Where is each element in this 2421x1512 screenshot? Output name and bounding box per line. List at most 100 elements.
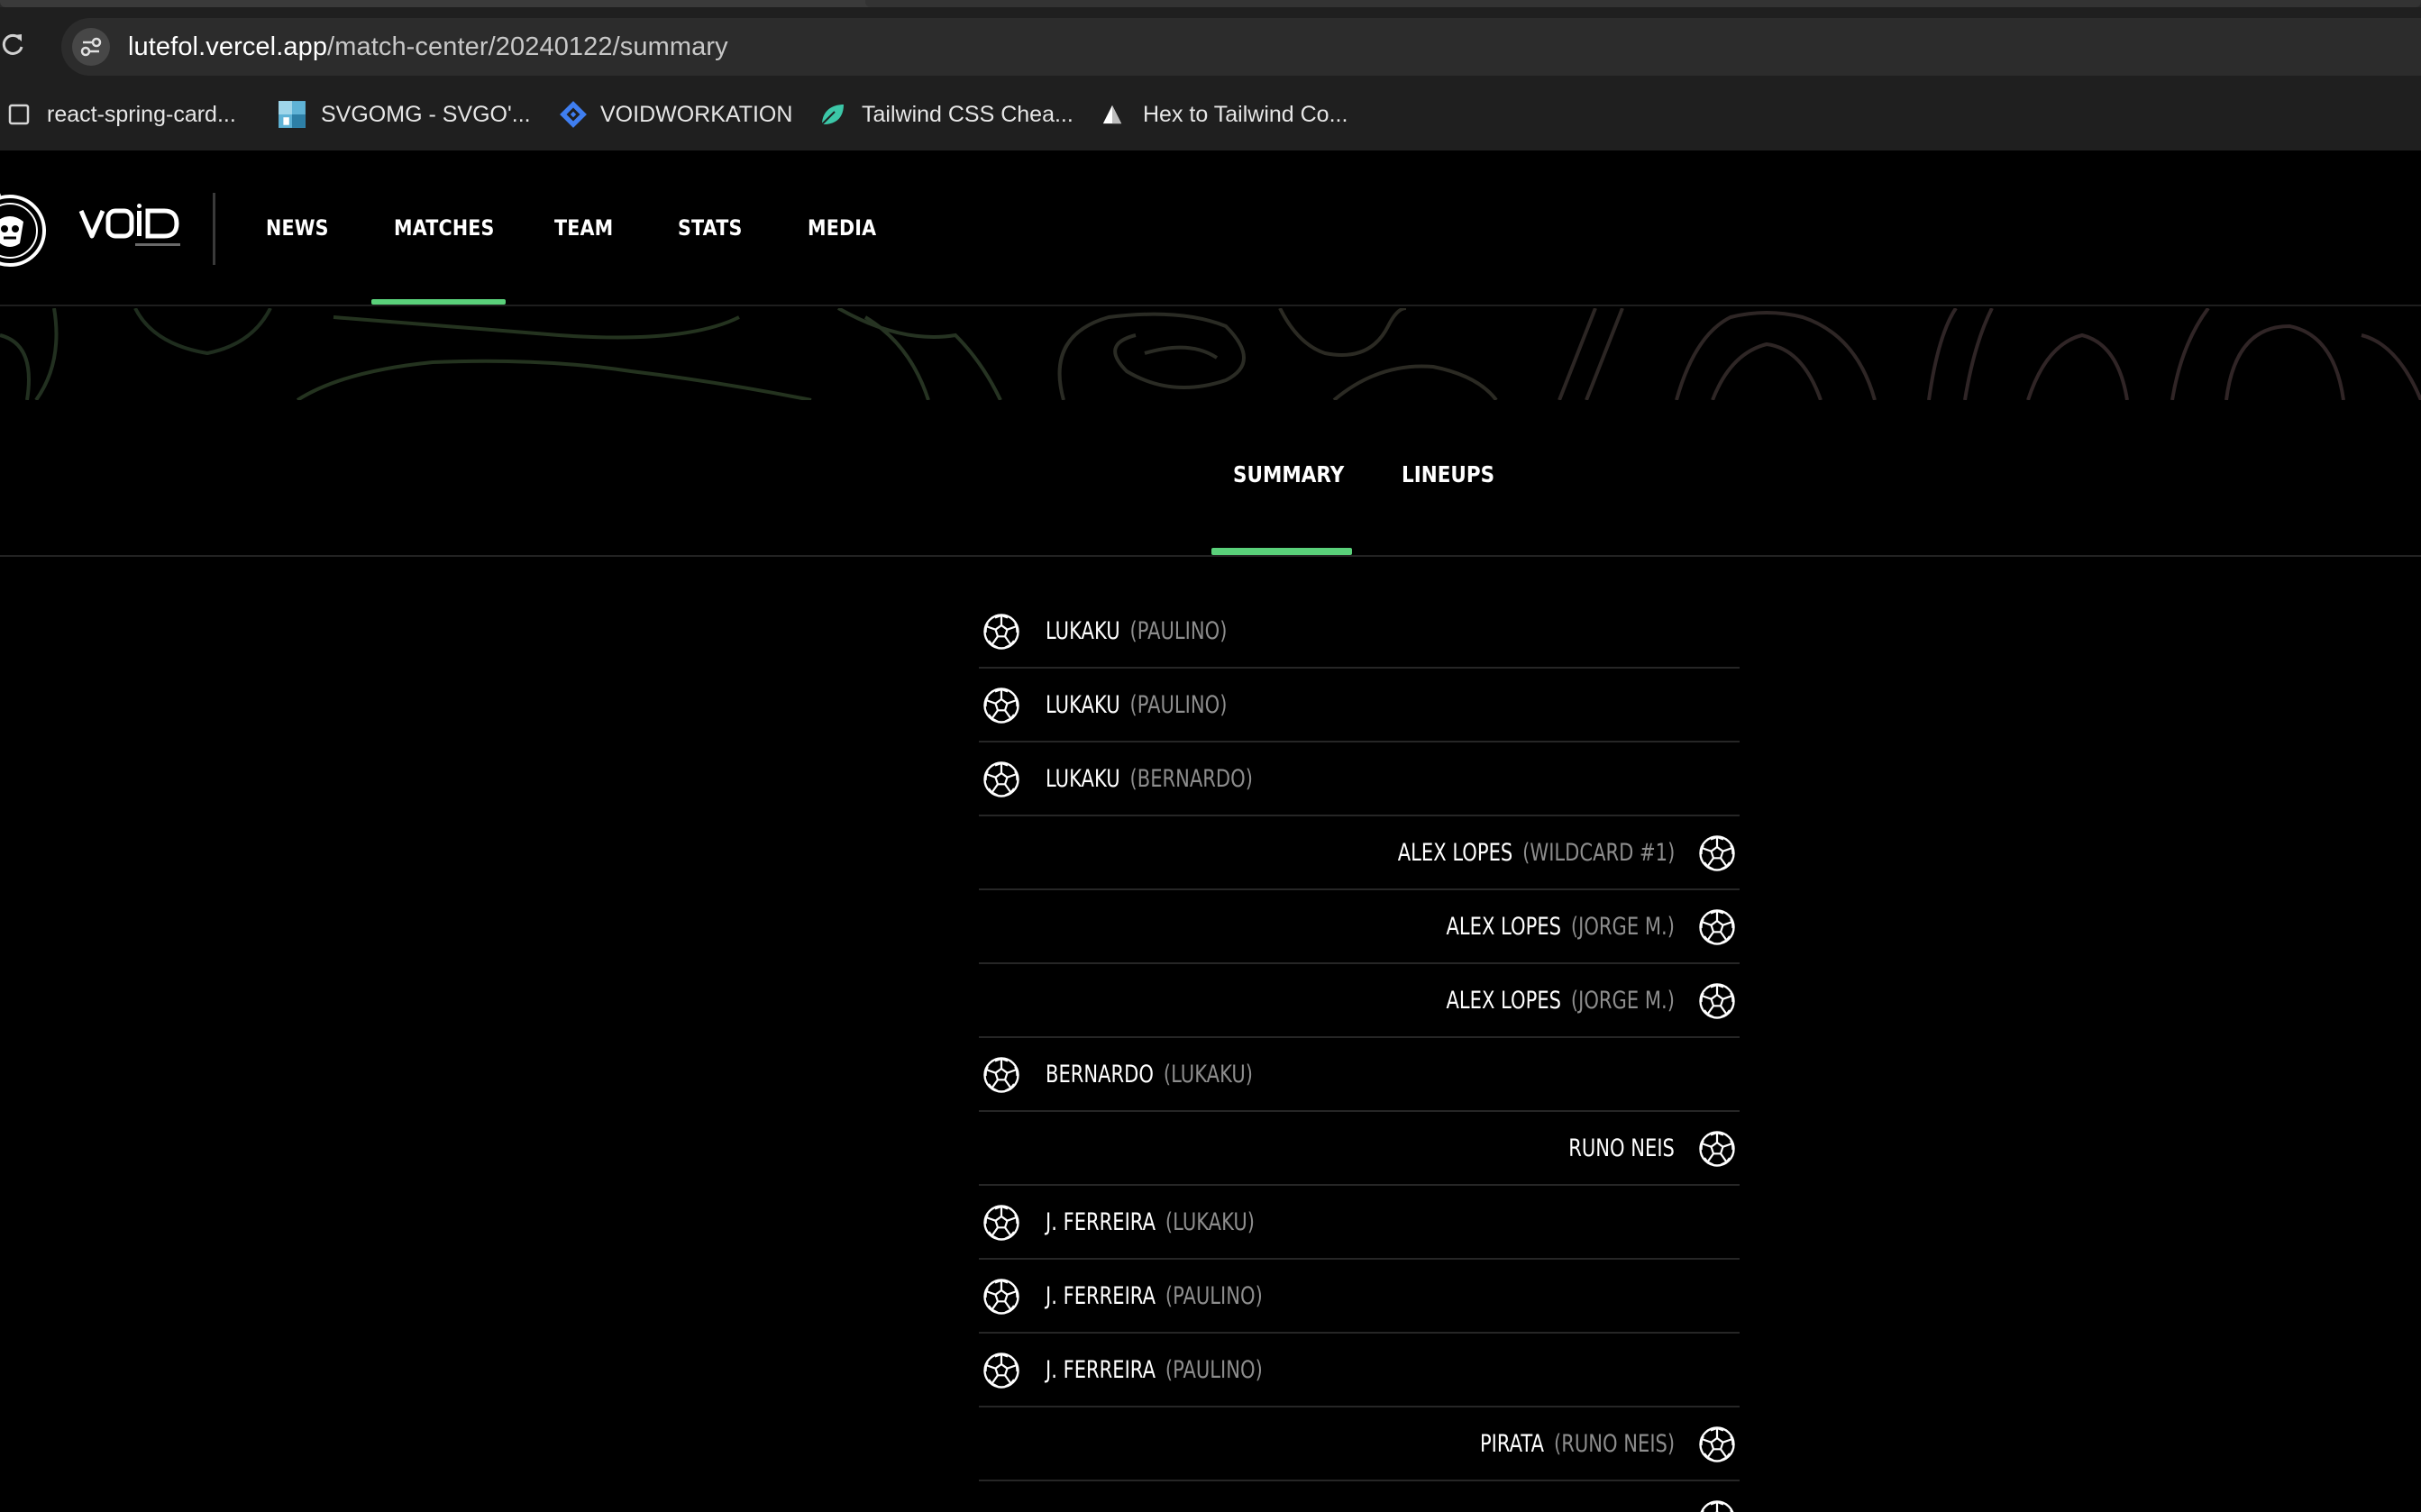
assist-name: (LUKAKU) (1165, 1208, 1255, 1236)
event-row: ALEX LOPES (JORGE M.) (979, 964, 1740, 1038)
leaf-icon (821, 105, 844, 125)
nav-item-stats[interactable]: STATS (678, 214, 743, 241)
assist-name: (WILDCARD #1) (1521, 839, 1675, 867)
void-logo[interactable] (78, 204, 182, 250)
bookmark-tailwind-cheatsheet[interactable]: Tailwind CSS Chea... (818, 99, 1073, 130)
soccer-ball-icon (1698, 908, 1736, 946)
event-row: BERNARDO (LUKAKU) (979, 1038, 1740, 1112)
event-text: J. FERREIRA (LUKAKU) (1046, 1206, 1255, 1240)
scorer-name[interactable]: PIRATA (1480, 1427, 1544, 1462)
nav-item-team[interactable]: TEAM (554, 214, 613, 241)
soccer-ball-icon (982, 761, 1020, 798)
event-row (979, 1481, 1740, 1512)
club-crest-logo[interactable] (0, 184, 47, 274)
topographic-banner (0, 308, 2421, 400)
assist-name: (BERNARDO) (1129, 765, 1253, 793)
event-text: J. FERREIRA (PAULINO) (1046, 1280, 1263, 1314)
scorer-name[interactable]: J. FERREIRA (1046, 1206, 1156, 1240)
event-row: J. FERREIRA (PAULINO) (979, 1334, 1740, 1407)
site-info-button[interactable] (72, 28, 110, 66)
match-subtabs: SUMMARY LINEUPS (0, 400, 2421, 557)
soccer-ball-icon (982, 1056, 1020, 1094)
soccer-ball-icon (1698, 1499, 1736, 1512)
tune-icon (80, 37, 102, 57)
bookmark-react-spring-card[interactable]: react-spring-card... (7, 99, 236, 130)
soccer-ball-icon (982, 613, 1020, 651)
event-row: LUKAKU (PAULINO) (979, 595, 1740, 669)
bookmark-label: VOIDWORKATION (600, 101, 793, 127)
subtab-active-indicator (1211, 548, 1352, 555)
scorer-name[interactable]: J. FERREIRA (1046, 1353, 1156, 1388)
event-row: ALEX LOPES (WILDCARD #1) (979, 816, 1740, 890)
soccer-ball-icon (982, 687, 1020, 724)
scorer-name[interactable]: BERNARDO (1046, 1058, 1154, 1092)
event-row: LUKAKU (BERNARDO) (979, 742, 1740, 816)
bookmarks-bar: react-spring-card... SVGOMG - SVGO'... V… (0, 77, 2421, 151)
svgomg-icon (279, 101, 306, 128)
event-text: ALEX LOPES (JORGE M.) (1447, 910, 1675, 944)
nav-item-matches[interactable]: MATCHES (394, 214, 495, 241)
assist-name: (JORGE M.) (1570, 913, 1675, 941)
assist-name: (PAULINO) (1129, 617, 1228, 645)
scorer-name[interactable]: ALEX LOPES (1447, 910, 1562, 944)
scorer-name[interactable]: ALEX LOPES (1397, 836, 1512, 870)
url-text[interactable]: lutefol.vercel.app/match-center/20240122… (128, 31, 728, 63)
tab-summary[interactable]: SUMMARY (1233, 461, 1344, 488)
tab-lineups[interactable]: LINEUPS (1402, 461, 1494, 488)
nav-item-media[interactable]: MEDIA (808, 214, 876, 241)
bookmark-svgomg[interactable]: SVGOMG - SVGO'... (278, 99, 531, 130)
assist-name: (LUKAKU) (1163, 1061, 1253, 1088)
page-icon (8, 104, 30, 125)
browser-toolbar: lutefol.vercel.app/match-center/20240122… (0, 0, 2421, 77)
assist-name: (RUNO NEIS) (1553, 1430, 1675, 1458)
soccer-ball-icon (1698, 1130, 1736, 1168)
scorer-name[interactable]: ALEX LOPES (1447, 984, 1562, 1018)
reload-icon[interactable] (0, 31, 27, 58)
event-text: LUKAKU (PAULINO) (1046, 615, 1227, 649)
event-text: ALEX LOPES (JORGE M.) (1447, 984, 1675, 1018)
address-bar[interactable]: lutefol.vercel.app/match-center/20240122… (61, 18, 2421, 76)
soccer-ball-icon (1698, 982, 1736, 1020)
bookmark-label: SVGOMG - SVGO'... (321, 101, 531, 127)
soccer-ball-icon (982, 1352, 1020, 1389)
soccer-ball-icon (1698, 1425, 1736, 1463)
soccer-ball-icon (1698, 834, 1736, 872)
scorer-name[interactable]: LUKAKU (1046, 615, 1120, 649)
assist-name: (PAULINO) (1165, 1356, 1263, 1384)
tab-strip (0, 0, 2421, 7)
nav-active-indicator (371, 299, 506, 305)
event-row: RUNO NEIS (979, 1112, 1740, 1186)
soccer-ball-icon (982, 1204, 1020, 1242)
header-divider (213, 193, 215, 265)
event-text: ALEX LOPES (WILDCARD #1) (1397, 836, 1675, 870)
event-text: J. FERREIRA (PAULINO) (1046, 1353, 1263, 1388)
event-row: ALEX LOPES (JORGE M.) (979, 890, 1740, 964)
event-row: J. FERREIRA (LUKAKU) (979, 1186, 1740, 1260)
scorer-name[interactable]: LUKAKU (1046, 762, 1120, 797)
url-path: /match-center/20240122/summary (327, 32, 728, 61)
browser-tab[interactable] (865, 0, 2421, 7)
scorer-name[interactable]: J. FERREIRA (1046, 1280, 1156, 1314)
scorer-name[interactable]: LUKAKU (1046, 688, 1120, 723)
event-text: RUNO NEIS (1568, 1132, 1675, 1166)
event-text: PIRATA (RUNO NEIS) (1480, 1427, 1675, 1462)
bookmark-voidworkation[interactable]: VOIDWORKATION (559, 99, 792, 130)
event-text: LUKAKU (PAULINO) (1046, 688, 1227, 723)
site-header: NEWS MATCHES TEAM STATS MEDIA (0, 151, 2421, 306)
bookmark-label: Tailwind CSS Chea... (862, 101, 1073, 127)
nav-item-news[interactable]: NEWS (266, 214, 329, 241)
event-row: LUKAKU (PAULINO) (979, 669, 1740, 742)
soccer-ball-icon (982, 1278, 1020, 1316)
assist-name: (PAULINO) (1165, 1282, 1263, 1310)
bookmark-label: react-spring-card... (47, 101, 236, 127)
assist-name: (JORGE M.) (1570, 987, 1675, 1015)
event-row: J. FERREIRA (PAULINO) (979, 1260, 1740, 1334)
event-text: BERNARDO (LUKAKU) (1046, 1058, 1253, 1092)
event-row: PIRATA (RUNO NEIS) (979, 1407, 1740, 1481)
url-host: lutefol.vercel.app (128, 32, 328, 61)
match-events-list: LUKAKU (PAULINO) LUKAKU (PAULINO) LUKAKU (BER… (979, 595, 1740, 1512)
event-text: LUKAKU (BERNARDO) (1046, 762, 1253, 797)
scorer-name[interactable]: RUNO NEIS (1568, 1132, 1675, 1166)
triangle-icon (1102, 105, 1122, 124)
bookmark-hex-to-tailwind[interactable]: Hex to Tailwind Co... (1101, 99, 1348, 130)
